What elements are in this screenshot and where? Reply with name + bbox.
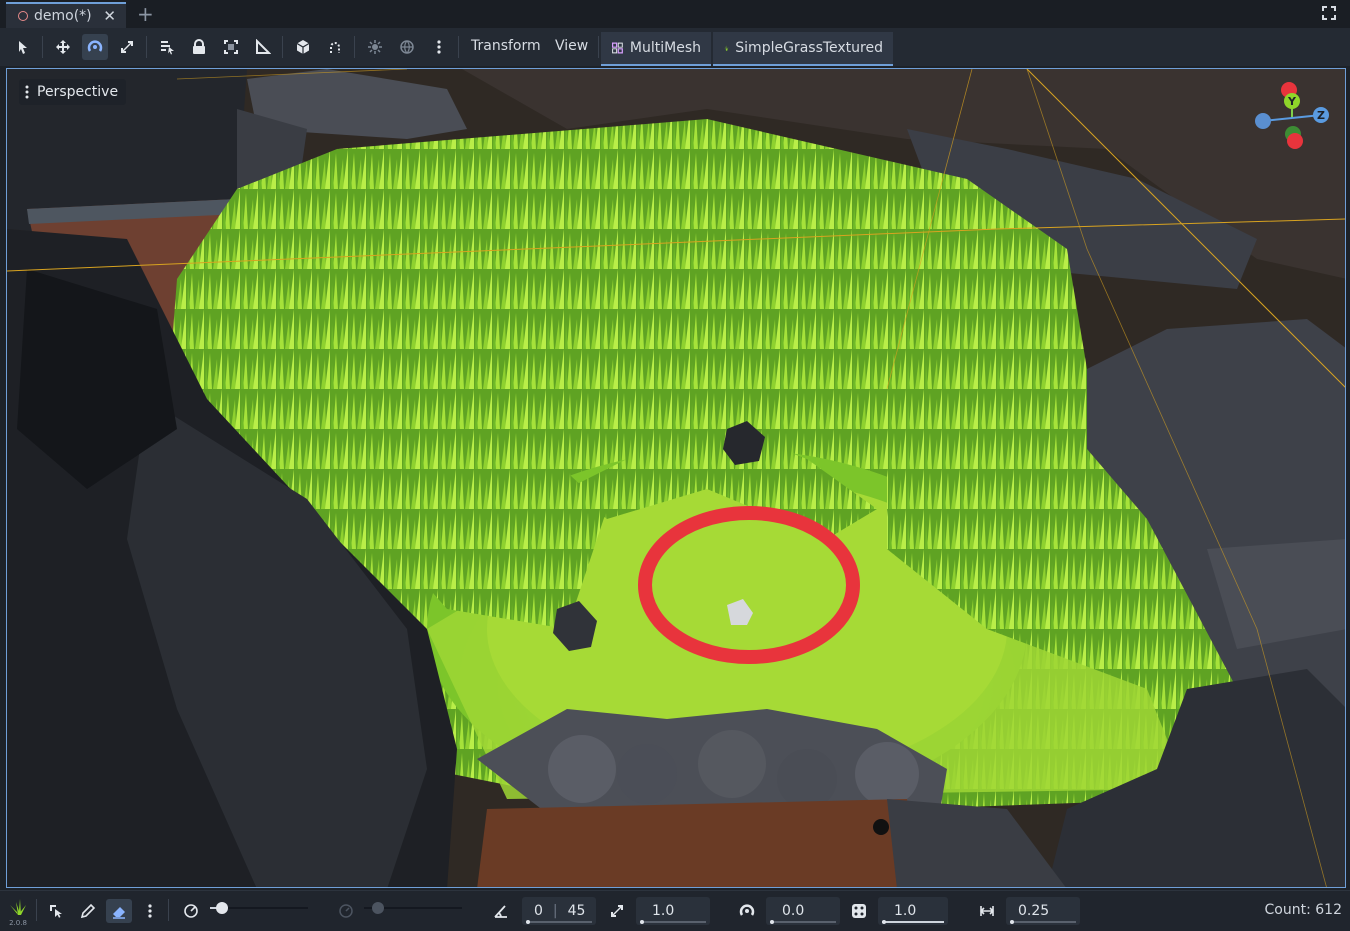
distance-value: 0.25 [1018, 903, 1050, 919]
simplegrass-menu[interactable]: SimpleGrassTextured [713, 32, 893, 66]
scene-icon [18, 11, 28, 21]
scale-tool-icon[interactable] [114, 34, 140, 60]
select-mode-icon[interactable] [44, 899, 68, 923]
angle-max-value: 45 [567, 903, 586, 919]
radius-slider[interactable] [210, 902, 308, 914]
plugin-logo: 2.0.8 [8, 899, 28, 927]
instance-count: Count: 612 [1264, 902, 1342, 918]
group-icon[interactable] [218, 34, 244, 60]
list-select-icon[interactable] [154, 34, 180, 60]
scene-tab-demo[interactable]: demo(*) ✕ [6, 2, 126, 28]
plugin-version: 2.0.8 [9, 919, 27, 927]
grass-icon [723, 45, 729, 51]
orientation-gizmo[interactable]: Y Z [1255, 79, 1345, 159]
more-options-icon[interactable] [140, 899, 160, 923]
grass-tool-bar: 2.0.8 0 | 45 1.0 0.0 1.0 0.25 Count: 612 [0, 890, 1350, 931]
menu-view[interactable]: View [555, 38, 588, 54]
sun-icon[interactable] [362, 34, 388, 60]
perspective-menu[interactable]: Perspective [19, 79, 127, 105]
radius-icon [180, 899, 202, 923]
more-options-icon[interactable] [426, 34, 452, 60]
fullscreen-icon[interactable] [1322, 6, 1336, 20]
move-tool-icon[interactable] [50, 34, 76, 60]
perspective-label: Perspective [37, 84, 119, 100]
scale-value: 1.0 [652, 903, 675, 919]
multimesh-menu[interactable]: MultiMesh [601, 32, 711, 66]
rotation-value: 0.0 [782, 903, 805, 919]
editor-toolbar: Transform View MultiMesh SimpleGrassText… [0, 28, 1350, 66]
rotate-tool-icon[interactable] [82, 34, 108, 60]
scene-tab-bar: demo(*) ✕ + [0, 0, 1350, 28]
close-icon[interactable]: ✕ [103, 7, 116, 25]
3d-viewport[interactable]: Perspective Y Z [6, 68, 1346, 888]
angle-range-field[interactable]: 0 | 45 [522, 897, 596, 925]
local-space-icon[interactable] [290, 34, 316, 60]
density-slider[interactable] [364, 902, 462, 914]
rotation-field[interactable]: 0.0 [766, 897, 840, 925]
random-value: 1.0 [894, 903, 917, 919]
select-tool-icon[interactable] [10, 34, 36, 60]
angle-icon [490, 899, 512, 923]
scene-tab-label: demo(*) [34, 8, 92, 24]
scale-field[interactable]: 1.0 [636, 897, 710, 925]
multimesh-label: MultiMesh [629, 40, 701, 56]
random-field[interactable]: 1.0 [878, 897, 948, 925]
add-tab-icon[interactable]: + [137, 2, 154, 26]
gizmo-z-label: Z [1317, 109, 1325, 122]
density-icon [336, 899, 356, 923]
lock-icon[interactable] [186, 34, 212, 60]
multimesh-icon [612, 42, 623, 54]
grass-icon [10, 899, 26, 915]
gizmo-y-label: Y [1287, 95, 1297, 108]
distance-icon [976, 899, 998, 923]
pencil-icon[interactable] [76, 899, 100, 923]
scale-icon [606, 899, 628, 923]
angle-min-value: 0 [534, 903, 543, 919]
environment-icon[interactable] [394, 34, 420, 60]
menu-transform[interactable]: Transform [471, 38, 541, 54]
snap-icon[interactable] [322, 34, 348, 60]
scene-render [7, 69, 1345, 887]
distance-field[interactable]: 0.25 [1006, 897, 1080, 925]
ruler-icon[interactable] [250, 34, 276, 60]
eraser-icon[interactable] [106, 899, 132, 923]
more-icon [25, 85, 29, 99]
rotation-icon [736, 899, 758, 923]
dice-icon [848, 899, 870, 923]
simplegrass-label: SimpleGrassTextured [735, 40, 883, 56]
